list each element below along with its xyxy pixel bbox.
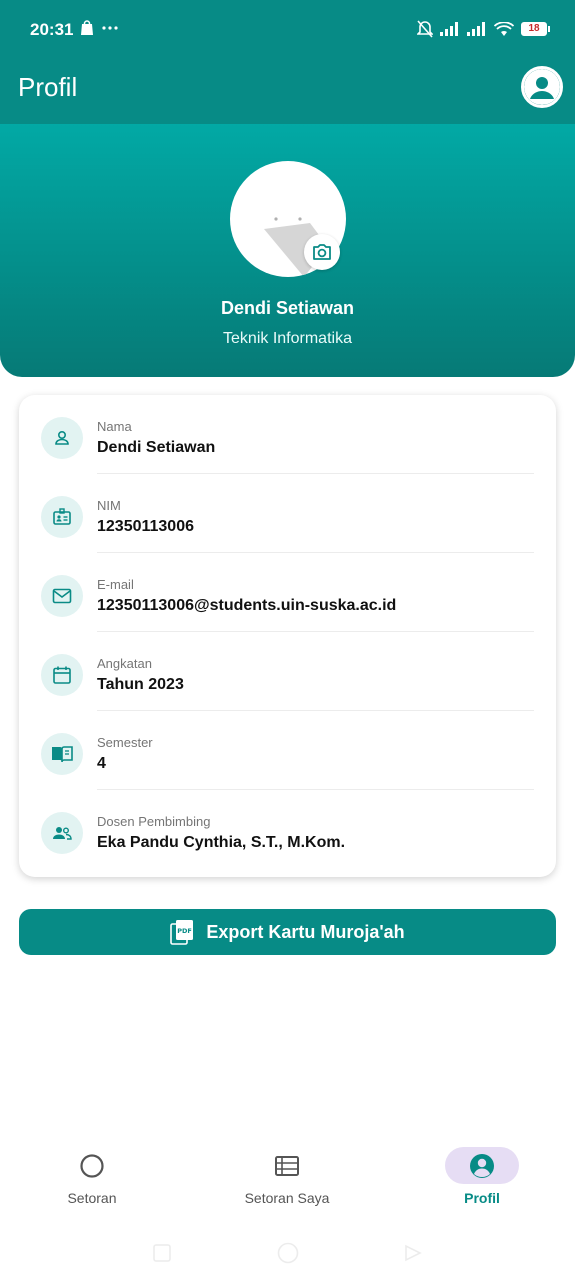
nav-label: Setoran Saya [244, 1190, 330, 1206]
status-bar: 20:31 18 [0, 0, 575, 60]
status-right-icons: 18 [417, 20, 550, 38]
info-row-nim: NIM 12350113006 [19, 474, 556, 553]
info-value: 12350113006@students.uin-suska.ac.id [97, 597, 397, 614]
nav-item-profil[interactable]: Profil [412, 1140, 552, 1220]
info-value: Dendi Setiawan [97, 439, 216, 456]
camera-icon [313, 244, 331, 260]
wifi-icon [494, 21, 514, 36]
bell-muted-icon [417, 20, 433, 38]
info-row-nama: Nama Dendi Setiawan [19, 395, 556, 474]
pdf-icon: PDF [170, 920, 194, 945]
back-icon[interactable] [404, 1244, 422, 1262]
info-value: Tahun 2023 [97, 676, 184, 693]
account-circle-icon [524, 69, 560, 105]
info-row-semester: Semester 4 [19, 711, 556, 790]
book-icon [41, 733, 83, 775]
export-button-label: Export Kartu Muroja'ah [206, 921, 405, 942]
info-label: Nama [97, 419, 132, 434]
info-label: Dosen Pembimbing [97, 814, 211, 829]
status-time: 20:31 [30, 20, 74, 39]
nav-item-setoran[interactable]: Setoran [22, 1140, 162, 1220]
shopping-bag-icon [81, 20, 93, 35]
info-value: Eka Pandu Cynthia, S.T., M.Kom. [97, 834, 346, 851]
page-title: Profil [18, 72, 78, 102]
more-dots-icon [102, 26, 118, 30]
person-icon [41, 417, 83, 459]
info-label: Semester [97, 735, 153, 750]
change-photo-button[interactable] [304, 234, 340, 270]
home-icon[interactable] [277, 1242, 299, 1264]
recent-apps-icon[interactable] [153, 1244, 171, 1262]
info-row-email: E-mail 12350113006@students.uin-suska.ac… [19, 553, 556, 632]
signal-icon-2 [467, 22, 485, 36]
status-left-icons [80, 20, 118, 36]
id-badge-icon [41, 496, 83, 538]
bottom-navigation: Setoran Setoran Saya Profil [0, 1140, 575, 1220]
app-bar: Profil [0, 60, 575, 124]
info-row-angkatan: Angkatan Tahun 2023 [19, 632, 556, 711]
info-label: Angkatan [97, 656, 152, 671]
account-button[interactable] [521, 66, 563, 108]
info-value: 4 [97, 755, 106, 772]
circle-icon [55, 1147, 129, 1184]
nav-label: Setoran [67, 1190, 117, 1206]
account-circle-icon [445, 1147, 519, 1184]
info-label: NIM [97, 498, 121, 513]
svg-text:PDF: PDF [178, 927, 193, 935]
profile-name: Dendi Setiawan [220, 298, 355, 318]
battery-icon: 18 [521, 22, 550, 36]
profile-header: Dendi Setiawan Teknik Informatika [0, 124, 575, 377]
supervisor-icon [41, 812, 83, 854]
profile-major: Teknik Informatika [223, 330, 352, 347]
mail-icon [41, 575, 83, 617]
calendar-icon [41, 654, 83, 696]
export-kartu-button[interactable]: PDF Export Kartu Muroja'ah [19, 909, 556, 955]
info-value: 12350113006 [97, 518, 194, 535]
system-navigation-bar [0, 1238, 575, 1268]
list-icon [250, 1147, 324, 1184]
info-label: E-mail [97, 577, 134, 592]
info-row-dosen: Dosen Pembimbing Eka Pandu Cynthia, S.T.… [19, 790, 556, 869]
profile-info-card: Nama Dendi Setiawan NIM 12350113006 E-ma… [19, 395, 556, 877]
signal-icon [440, 22, 458, 36]
nav-item-setoran-saya[interactable]: Setoran Saya [217, 1140, 357, 1220]
nav-label: Profil [464, 1190, 500, 1206]
